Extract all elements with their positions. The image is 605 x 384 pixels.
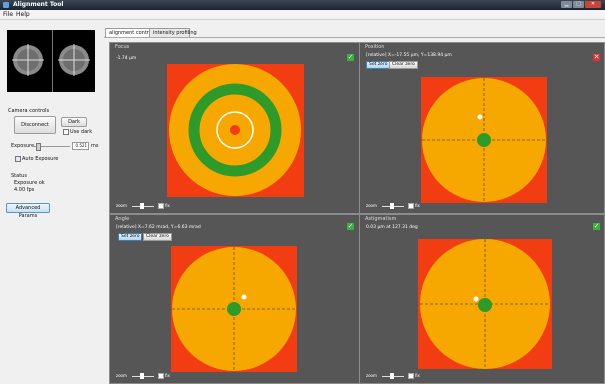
position-status-icon: ✕ xyxy=(593,53,600,61)
angle-fix-checkbox[interactable] xyxy=(158,373,164,379)
exposure-unit: ms xyxy=(91,143,99,149)
close-button[interactable]: ✕ xyxy=(585,1,601,8)
focus-title: Focus xyxy=(115,44,130,50)
dark-button[interactable]: Dark xyxy=(61,117,87,127)
focus-info: -1.74 µm xyxy=(116,56,137,61)
menu-help[interactable]: Help xyxy=(16,11,30,18)
position-zoom-thumb[interactable] xyxy=(390,203,394,209)
auto-exposure-checkbox[interactable] xyxy=(15,156,21,162)
app-icon xyxy=(3,2,9,8)
focus-target-plot xyxy=(167,64,304,197)
position-set-zero-button[interactable]: Set zero xyxy=(366,61,391,69)
focus-fix-label: fix xyxy=(165,203,170,208)
use-dark-checkbox[interactable] xyxy=(63,129,69,135)
advanced-params-button[interactable]: Advanced Params xyxy=(6,203,50,219)
angle-zoom-thumb[interactable] xyxy=(140,373,144,379)
exposure-label: Exposure xyxy=(11,143,35,149)
position-clear-zero-button[interactable]: Clear zero xyxy=(389,61,418,69)
position-panel: Position [relative] X=-17.55 µm, Y=138.9… xyxy=(359,42,605,214)
astigmatism-panel: Astigmatism 0.03 µm at 127.31 deg ✓ zoom… xyxy=(359,214,605,384)
angle-set-zero-button[interactable]: Set zero xyxy=(118,233,143,241)
astigmatism-fix-checkbox[interactable] xyxy=(408,373,414,379)
astigmatism-info: 0.03 µm at 127.31 deg xyxy=(366,225,418,230)
tab-intensity-profiling[interactable]: intensity profiling xyxy=(149,28,197,37)
position-info: [relative] X=-17.55 µm, Y=138.94 µm xyxy=(366,53,452,58)
angle-zoom-label: zoom xyxy=(116,373,127,378)
position-fix-label: fix xyxy=(415,203,420,208)
menu-file[interactable]: File xyxy=(3,11,13,18)
astigmatism-status-icon: ✓ xyxy=(593,222,600,230)
status-heading: Status xyxy=(11,173,27,179)
window-title: Alignment Tool xyxy=(13,1,64,8)
disconnect-button[interactable]: Disconnect xyxy=(14,116,56,134)
focus-zoom-thumb[interactable] xyxy=(140,203,144,209)
focus-status-icon: ✓ xyxy=(347,53,354,61)
exposure-input[interactable]: 0.521 xyxy=(72,142,89,150)
auto-exposure-label: Auto Exposure xyxy=(22,156,59,162)
window-controls: ▁ □ ✕ xyxy=(561,1,601,8)
angle-status-icon: ✓ xyxy=(347,222,354,230)
camera-preview-right xyxy=(52,30,96,92)
maximize-button[interactable]: □ xyxy=(573,1,584,8)
angle-clear-zero-button[interactable]: Clear zero xyxy=(143,233,172,241)
angle-panel: Angle [relative] X=7.62 mrad, Y=6.63 mra… xyxy=(109,214,360,384)
camera-controls-label: Camera controls xyxy=(8,108,50,114)
angle-title: Angle xyxy=(115,216,130,222)
left-panel: Camera controls Disconnect Dark Use dark… xyxy=(0,20,101,383)
use-dark-label: Use dark xyxy=(70,129,93,135)
camera-preview-left xyxy=(7,30,50,92)
minimize-button[interactable]: ▁ xyxy=(561,1,572,8)
astigmatism-title: Astigmatism xyxy=(365,216,397,222)
camera-preview xyxy=(7,30,95,92)
astigmatism-zoom-thumb[interactable] xyxy=(390,373,394,379)
position-fix-checkbox[interactable] xyxy=(408,203,414,209)
exposure-slider-thumb[interactable] xyxy=(36,143,41,151)
focus-fix-checkbox[interactable] xyxy=(158,203,164,209)
alignment-content: Focus -1.74 µm ✓ zoom fix Position [rela… xyxy=(104,37,605,384)
menu-bar: File Help xyxy=(0,10,605,20)
astigmatism-target-plot xyxy=(418,239,552,369)
position-zoom-label: zoom xyxy=(366,203,377,208)
title-bar: Alignment Tool ▁ □ ✕ xyxy=(0,0,605,10)
position-target-plot xyxy=(421,77,547,203)
astigmatism-fix-label: fix xyxy=(415,373,420,378)
angle-target-plot xyxy=(171,246,297,372)
focus-zoom-label: zoom xyxy=(116,203,127,208)
astigmatism-zoom-label: zoom xyxy=(366,373,377,378)
focus-panel: Focus -1.74 µm ✓ zoom fix xyxy=(109,42,360,214)
position-title: Position xyxy=(365,44,385,50)
status-fps: 4.00 fps xyxy=(14,187,35,193)
angle-info: [relative] X=7.62 mrad, Y=6.63 mrad xyxy=(116,225,201,230)
angle-fix-label: fix xyxy=(165,373,170,378)
status-exposure: Exposure ok xyxy=(14,180,45,186)
